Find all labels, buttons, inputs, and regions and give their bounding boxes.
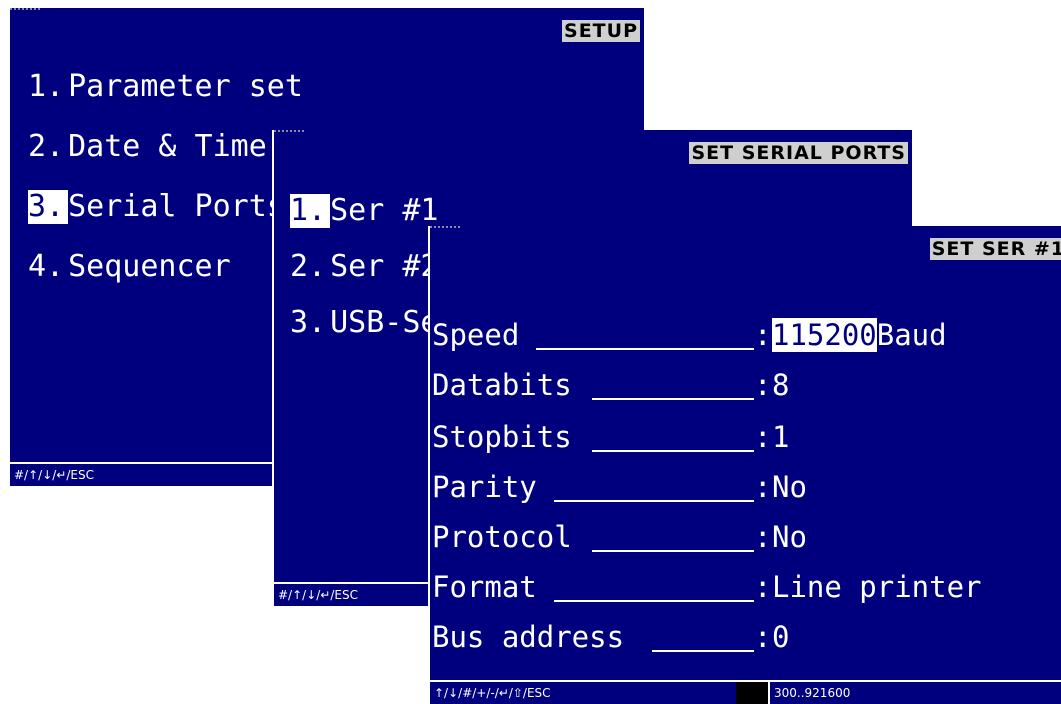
setup-item-parameter-set[interactable]: 1. Parameter set bbox=[28, 70, 303, 104]
serial-ports-item-number: 3. bbox=[290, 305, 327, 340]
ser1-screen: SET SER #1 Speed : 115200Baud Databits :… bbox=[428, 226, 1061, 704]
setup-item-number-selected: 3. bbox=[28, 190, 69, 224]
field-label: Format bbox=[432, 570, 537, 604]
field-underline bbox=[592, 550, 754, 552]
field-underline bbox=[554, 600, 754, 602]
footer-divider bbox=[768, 682, 770, 704]
setup-item-label: Parameter set bbox=[68, 69, 303, 104]
setup-item-label: Serial Ports bbox=[68, 189, 285, 224]
stopbits-value: 1 bbox=[772, 420, 790, 454]
field-label: Protocol bbox=[432, 520, 572, 554]
bus-address-value: 0 bbox=[772, 620, 790, 654]
serial-ports-title: SET SERIAL PORTS bbox=[689, 142, 908, 164]
ser1-footer-keys: ↑/↓/#/+/-/↵/⇧/ESC bbox=[434, 686, 551, 700]
ser1-title: SET SER #1 bbox=[929, 238, 1061, 260]
speed-value-selected: 115200 bbox=[772, 318, 877, 352]
speed-value[interactable]: 115200Baud bbox=[772, 318, 947, 352]
field-colon: : bbox=[754, 368, 772, 402]
field-colon: : bbox=[754, 318, 772, 352]
protocol-value: No bbox=[772, 520, 807, 554]
format-value: Line printer bbox=[772, 570, 982, 604]
speed-unit: Baud bbox=[876, 318, 947, 352]
speed-range-hint: 300..921600 bbox=[774, 686, 851, 700]
ser1-footer: ↑/↓/#/+/-/↵/⇧/ESC 300..921600 bbox=[430, 680, 1061, 704]
field-colon: : bbox=[754, 570, 772, 604]
setup-item-label: Date & Time bbox=[68, 129, 267, 164]
setup-item-number: 4. bbox=[28, 249, 65, 284]
serial-ports-item-label: Ser #2 bbox=[330, 249, 439, 284]
setup-title: SETUP bbox=[562, 20, 640, 42]
field-colon: : bbox=[754, 420, 772, 454]
field-underline bbox=[554, 500, 754, 502]
serial-ports-item-label: Ser #1 bbox=[330, 193, 439, 228]
setup-item-number: 2. bbox=[28, 129, 65, 164]
databits-value: 8 bbox=[772, 368, 790, 402]
field-label: Bus address bbox=[432, 620, 625, 654]
setup-item-sequencer[interactable]: 4. Sequencer bbox=[28, 250, 231, 284]
serial-ports-item-number-selected: 1. bbox=[290, 194, 331, 228]
footer-cursor-block bbox=[736, 682, 768, 704]
field-colon: : bbox=[754, 470, 772, 504]
field-underline bbox=[592, 398, 754, 400]
field-underline bbox=[652, 650, 754, 652]
field-underline bbox=[536, 348, 754, 350]
serial-ports-item-ser2[interactable]: 2. Ser #2 bbox=[290, 250, 439, 284]
setup-item-serial-ports[interactable]: 3. Serial Ports bbox=[28, 190, 285, 224]
field-label: Speed bbox=[432, 318, 520, 352]
setup-item-label: Sequencer bbox=[68, 249, 231, 284]
setup-item-date-time[interactable]: 2. Date & Time bbox=[28, 130, 267, 164]
field-label: Parity bbox=[432, 470, 537, 504]
serial-ports-item-ser1[interactable]: 1. Ser #1 bbox=[290, 194, 439, 228]
field-colon: : bbox=[754, 520, 772, 554]
field-colon: : bbox=[754, 620, 772, 654]
field-underline bbox=[592, 450, 754, 452]
parity-value: No bbox=[772, 470, 807, 504]
field-label: Stopbits bbox=[432, 420, 572, 454]
field-label: Databits bbox=[432, 368, 572, 402]
setup-item-number: 1. bbox=[28, 69, 65, 104]
serial-ports-item-number: 2. bbox=[290, 249, 327, 284]
